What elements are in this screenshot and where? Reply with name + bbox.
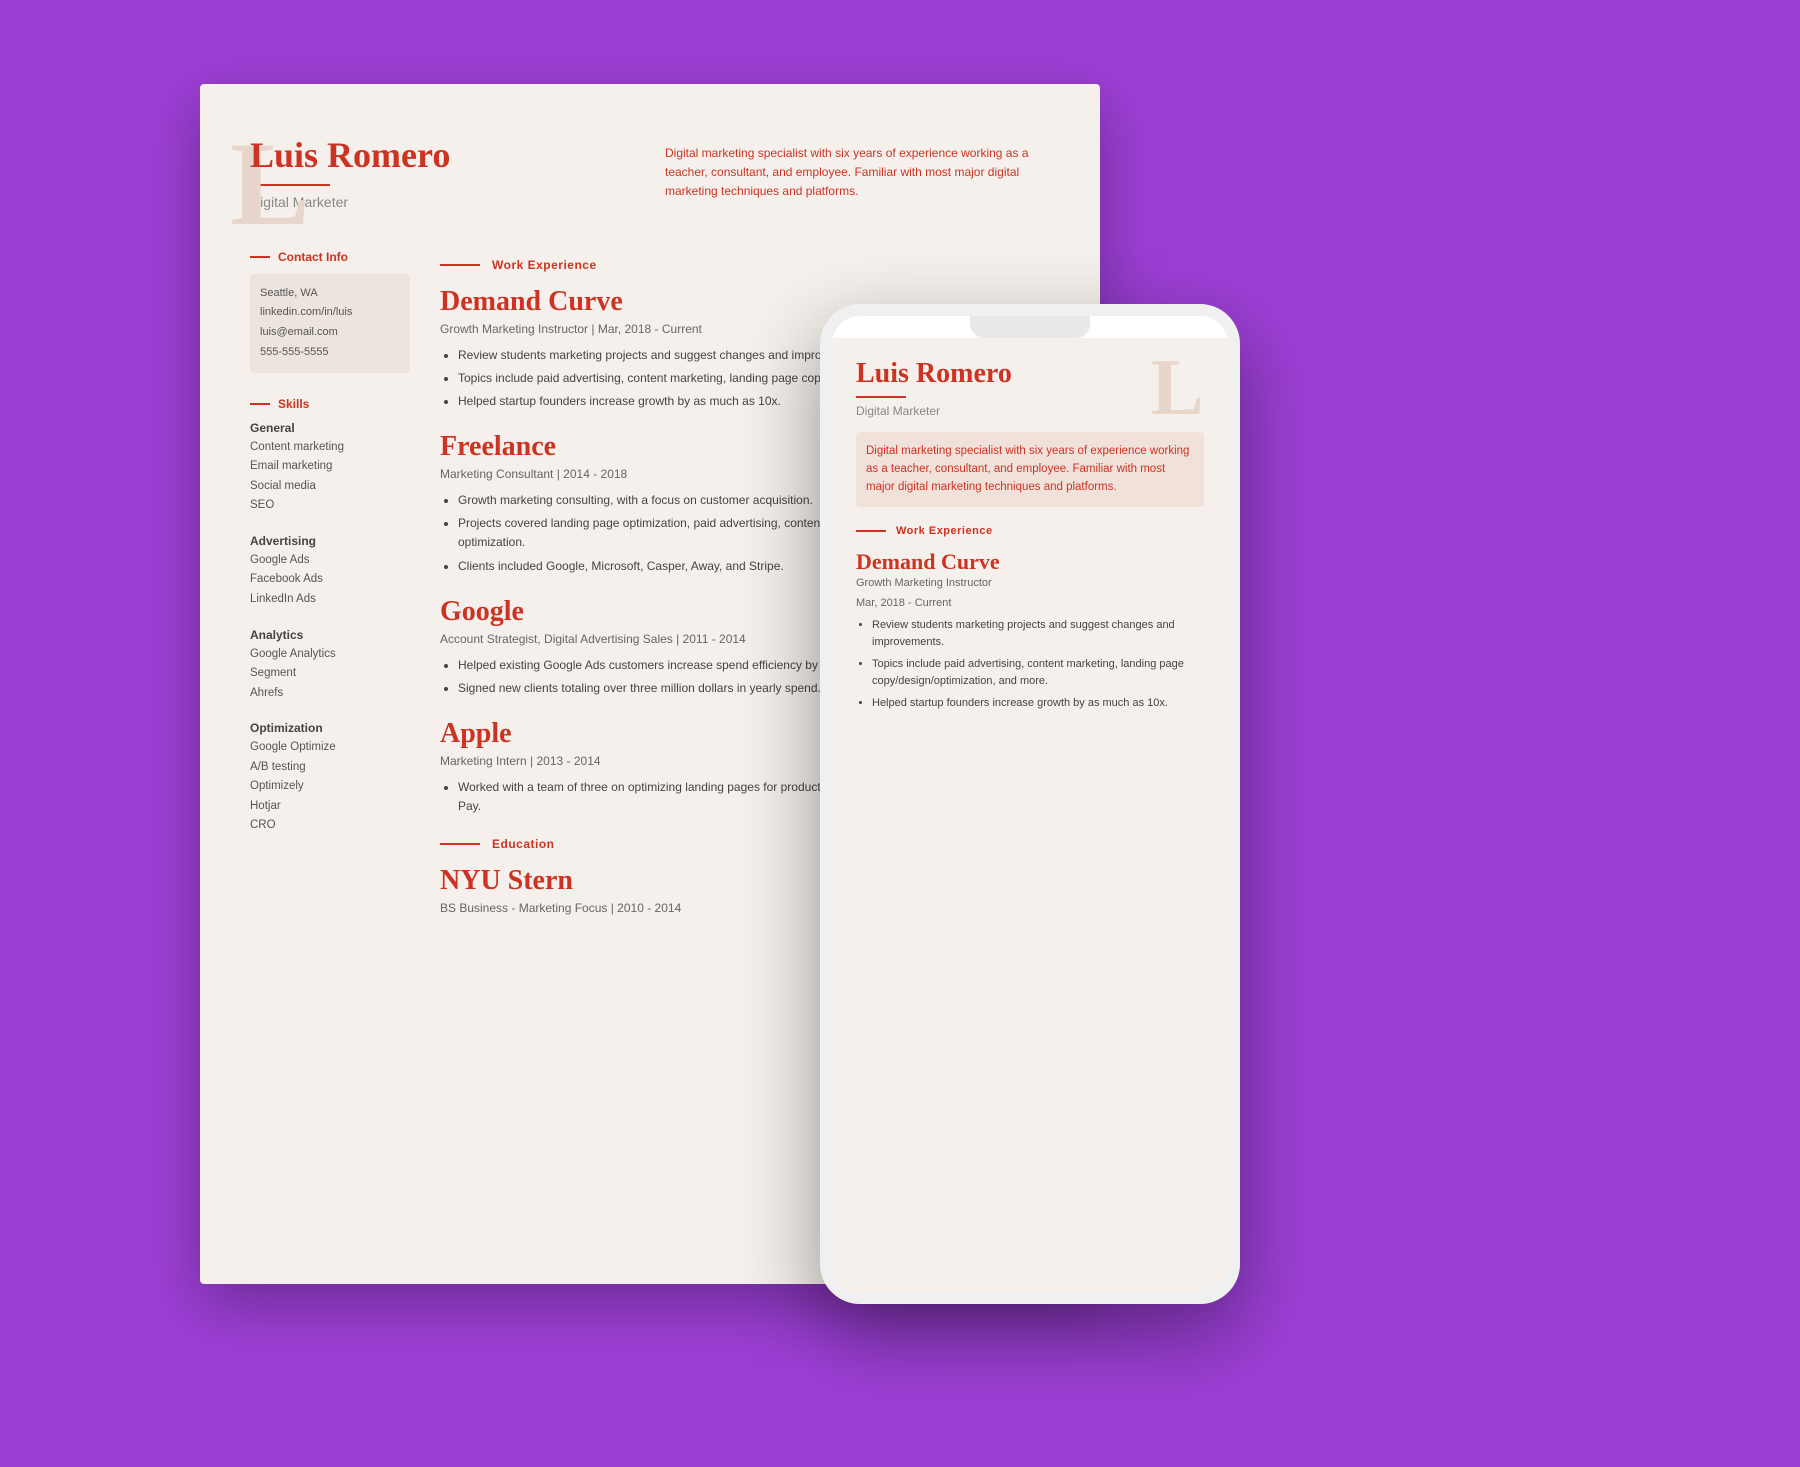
mobile-header: L Luis Romero Digital Marketer: [856, 358, 1204, 418]
resume-mobile: L Luis Romero Digital Marketer Digital m…: [820, 304, 1240, 1304]
edu-line: [440, 843, 480, 845]
mobile-work-line: [856, 530, 886, 532]
optimization-category: Optimization: [250, 721, 410, 735]
skill-seo: SEO: [250, 496, 410, 516]
skills-section: Skills General Content marketing Email m…: [250, 397, 410, 836]
mobile-notch: [970, 316, 1090, 338]
skill-content-marketing: Content marketing: [250, 438, 410, 458]
skill-hotjar: Hotjar: [250, 797, 410, 817]
contact-title: Contact Info: [278, 250, 348, 264]
mobile-job-sub2: Mar, 2018 - Current: [856, 597, 1204, 609]
work-title: Work Experience: [492, 258, 597, 272]
contact-phone: 555-555-5555: [260, 343, 400, 363]
mobile-bullet-item: Topics include paid advertising, content…: [872, 656, 1204, 691]
analytics-category: Analytics: [250, 628, 410, 642]
skill-google-ads: Google Ads: [250, 551, 410, 571]
contact-section: Contact Info Seattle, WA linkedin.com/in…: [250, 250, 410, 373]
skills-line: [250, 403, 270, 405]
sidebar: Contact Info Seattle, WA linkedin.com/in…: [250, 250, 410, 925]
work-line: [440, 264, 480, 266]
mobile-job-sub1: Growth Marketing Instructor: [856, 577, 1204, 589]
skill-ab-testing: A/B testing: [250, 758, 410, 778]
mobile-name: Luis Romero: [856, 358, 1204, 390]
skill-cro: CRO: [250, 816, 410, 836]
resume-name: Luis Romero: [250, 134, 635, 176]
skill-optimizely: Optimizely: [250, 777, 410, 797]
advertising-category: Advertising: [250, 534, 410, 548]
resume-header: L Luis Romero Digital Marketer Digital m…: [200, 84, 1100, 240]
contact-email: luis@email.com: [260, 323, 400, 343]
skill-google-analytics: Google Analytics: [250, 645, 410, 665]
mobile-bullet-item: Review students marketing projects and s…: [872, 617, 1204, 652]
resume-summary: Digital marketing specialist with six ye…: [665, 144, 1050, 202]
header-right: Digital marketing specialist with six ye…: [665, 134, 1050, 210]
skills-title: Skills: [278, 397, 309, 411]
contact-box: Seattle, WA linkedin.com/in/luis luis@em…: [250, 274, 410, 373]
mobile-divider: [856, 396, 906, 398]
header-left: L Luis Romero Digital Marketer: [250, 134, 635, 210]
work-experience-header: Work Experience: [440, 258, 1050, 272]
skill-google-optimize: Google Optimize: [250, 738, 410, 758]
mobile-job-bullets: Review students marketing projects and s…: [856, 617, 1204, 713]
mobile-job-title: Demand Curve: [856, 549, 1204, 575]
skill-facebook-ads: Facebook Ads: [250, 570, 410, 590]
mobile-content: L Luis Romero Digital Marketer Digital m…: [832, 338, 1228, 1292]
contact-city: Seattle, WA: [260, 284, 400, 304]
skill-linkedin-ads: LinkedIn Ads: [250, 590, 410, 610]
contact-header: Contact Info: [250, 250, 410, 264]
mobile-summary: Digital marketing specialist with six ye…: [856, 432, 1204, 507]
skill-social-media: Social media: [250, 477, 410, 497]
skill-ahrefs: Ahrefs: [250, 684, 410, 704]
scene: L Luis Romero Digital Marketer Digital m…: [200, 84, 1600, 1384]
mobile-work-header: Work Experience: [856, 525, 1204, 537]
general-category: General: [250, 421, 410, 435]
contact-line: [250, 256, 270, 258]
skill-segment: Segment: [250, 664, 410, 684]
edu-title: Education: [492, 837, 555, 851]
skills-header: Skills: [250, 397, 410, 411]
mobile-bullet-item: Helped startup founders increase growth …: [872, 695, 1204, 713]
contact-linkedin: linkedin.com/in/luis: [260, 303, 400, 323]
mobile-work-title: Work Experience: [896, 525, 993, 537]
skill-email-marketing: Email marketing: [250, 457, 410, 477]
